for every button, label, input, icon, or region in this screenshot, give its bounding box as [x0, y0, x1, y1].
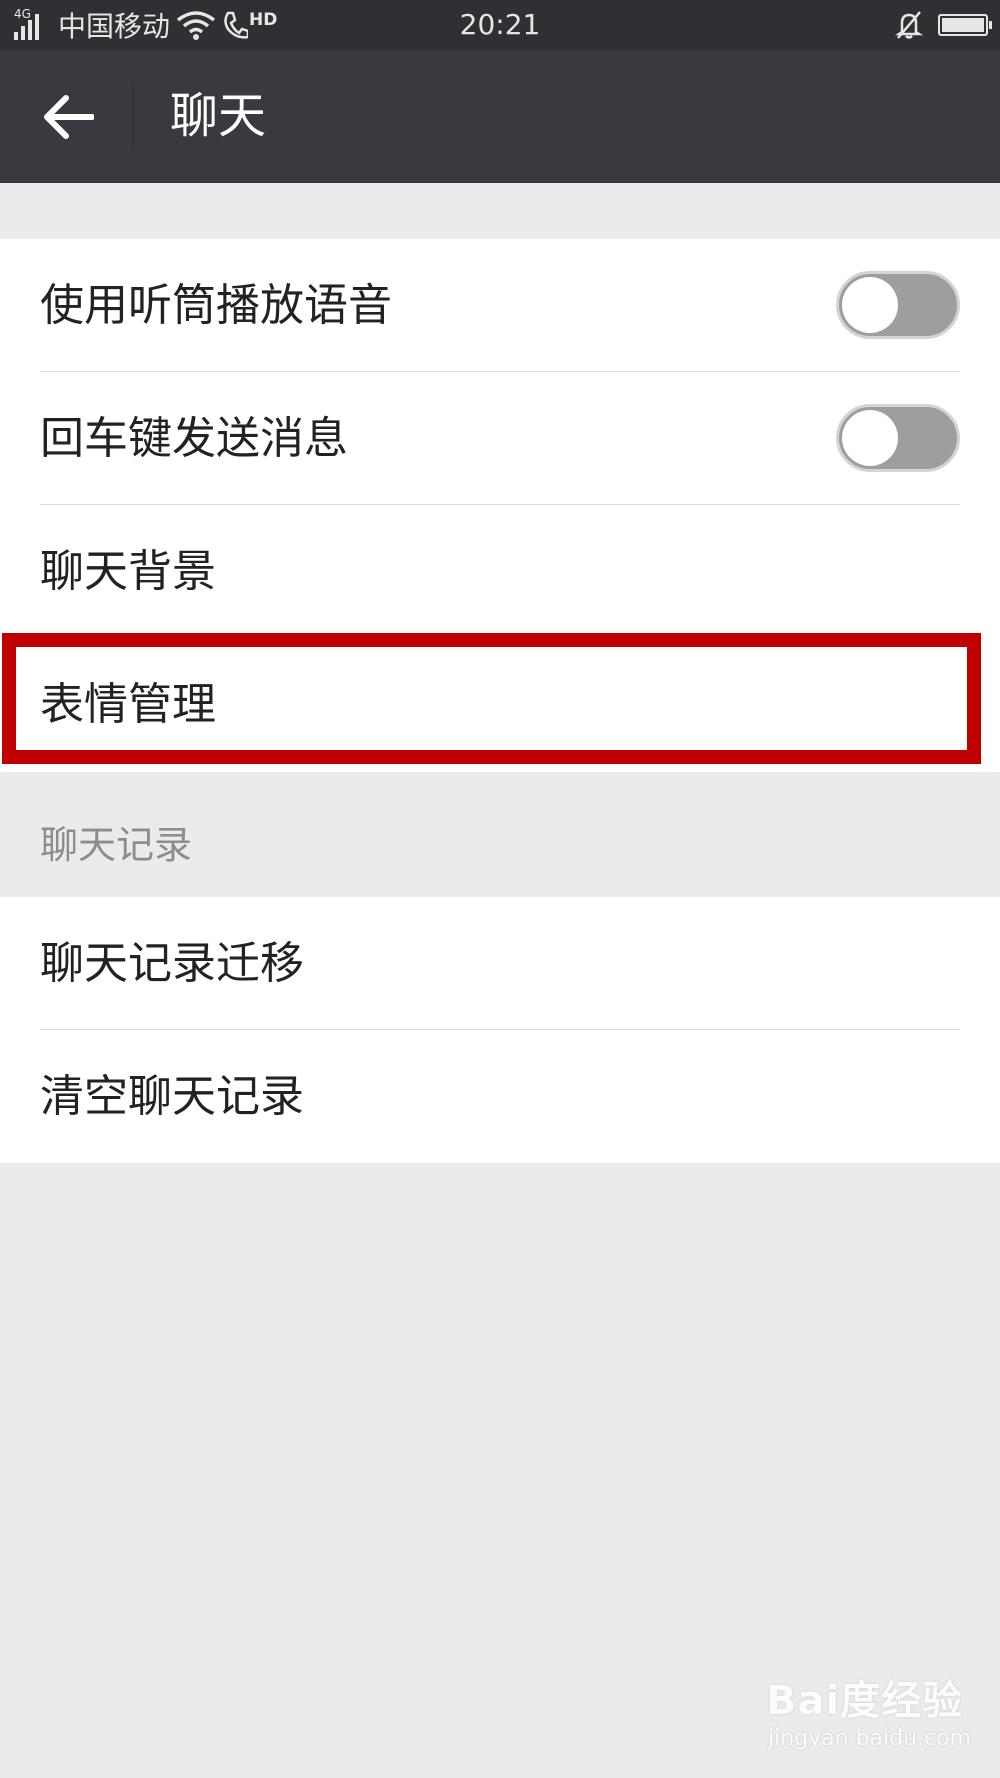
toggle-knob [842, 277, 898, 333]
setting-label: 回车键发送消息 [40, 413, 348, 464]
setting-label: 聊天背景 [40, 546, 216, 597]
baidu-jingyan-watermark: Bai度经验 jingyan.baidu.com [766, 1668, 971, 1758]
mute-bell-icon [894, 11, 924, 39]
setting-chat-background[interactable]: 聊天背景 [0, 505, 1000, 638]
page-title: 聊天 [170, 88, 267, 144]
setting-label: 表情管理 [40, 679, 216, 730]
earpiece-toggle[interactable] [836, 271, 960, 339]
setting-chat-history-migration[interactable]: 聊天记录迁移 [0, 897, 1000, 1030]
battery-icon [938, 14, 992, 36]
settings-group-chat-history: 聊天记录迁移 清空聊天记录 [0, 897, 1000, 1163]
settings-group-chat: 使用听筒播放语音 回车键发送消息 聊天背景 表情管理 [0, 239, 1000, 772]
header-divider [133, 84, 134, 148]
arrow-left-icon [44, 95, 94, 139]
toggle-knob [842, 410, 898, 466]
back-button[interactable] [30, 84, 106, 150]
app-bar: 聊天 [0, 50, 1000, 183]
watermark-url: jingyan.baidu.com [768, 1726, 972, 1751]
section-header-chat-history: 聊天记录 [40, 823, 193, 867]
watermark-logo: Bai度经验 [766, 1678, 964, 1724]
setting-label: 聊天记录迁移 [40, 938, 304, 989]
setting-enter-to-send[interactable]: 回车键发送消息 [0, 372, 1000, 505]
setting-label: 清空聊天记录 [40, 1071, 304, 1122]
setting-clear-chat-history[interactable]: 清空聊天记录 [0, 1030, 1000, 1163]
setting-earpiece-playback[interactable]: 使用听筒播放语音 [0, 239, 1000, 372]
enter-send-toggle[interactable] [836, 404, 960, 472]
status-bar: 4G 中国移动 HD 20:21 [0, 0, 1000, 50]
status-time: 20:21 [459, 8, 541, 41]
setting-label: 使用听筒播放语音 [40, 280, 392, 331]
setting-sticker-management[interactable]: 表情管理 [0, 638, 1000, 772]
